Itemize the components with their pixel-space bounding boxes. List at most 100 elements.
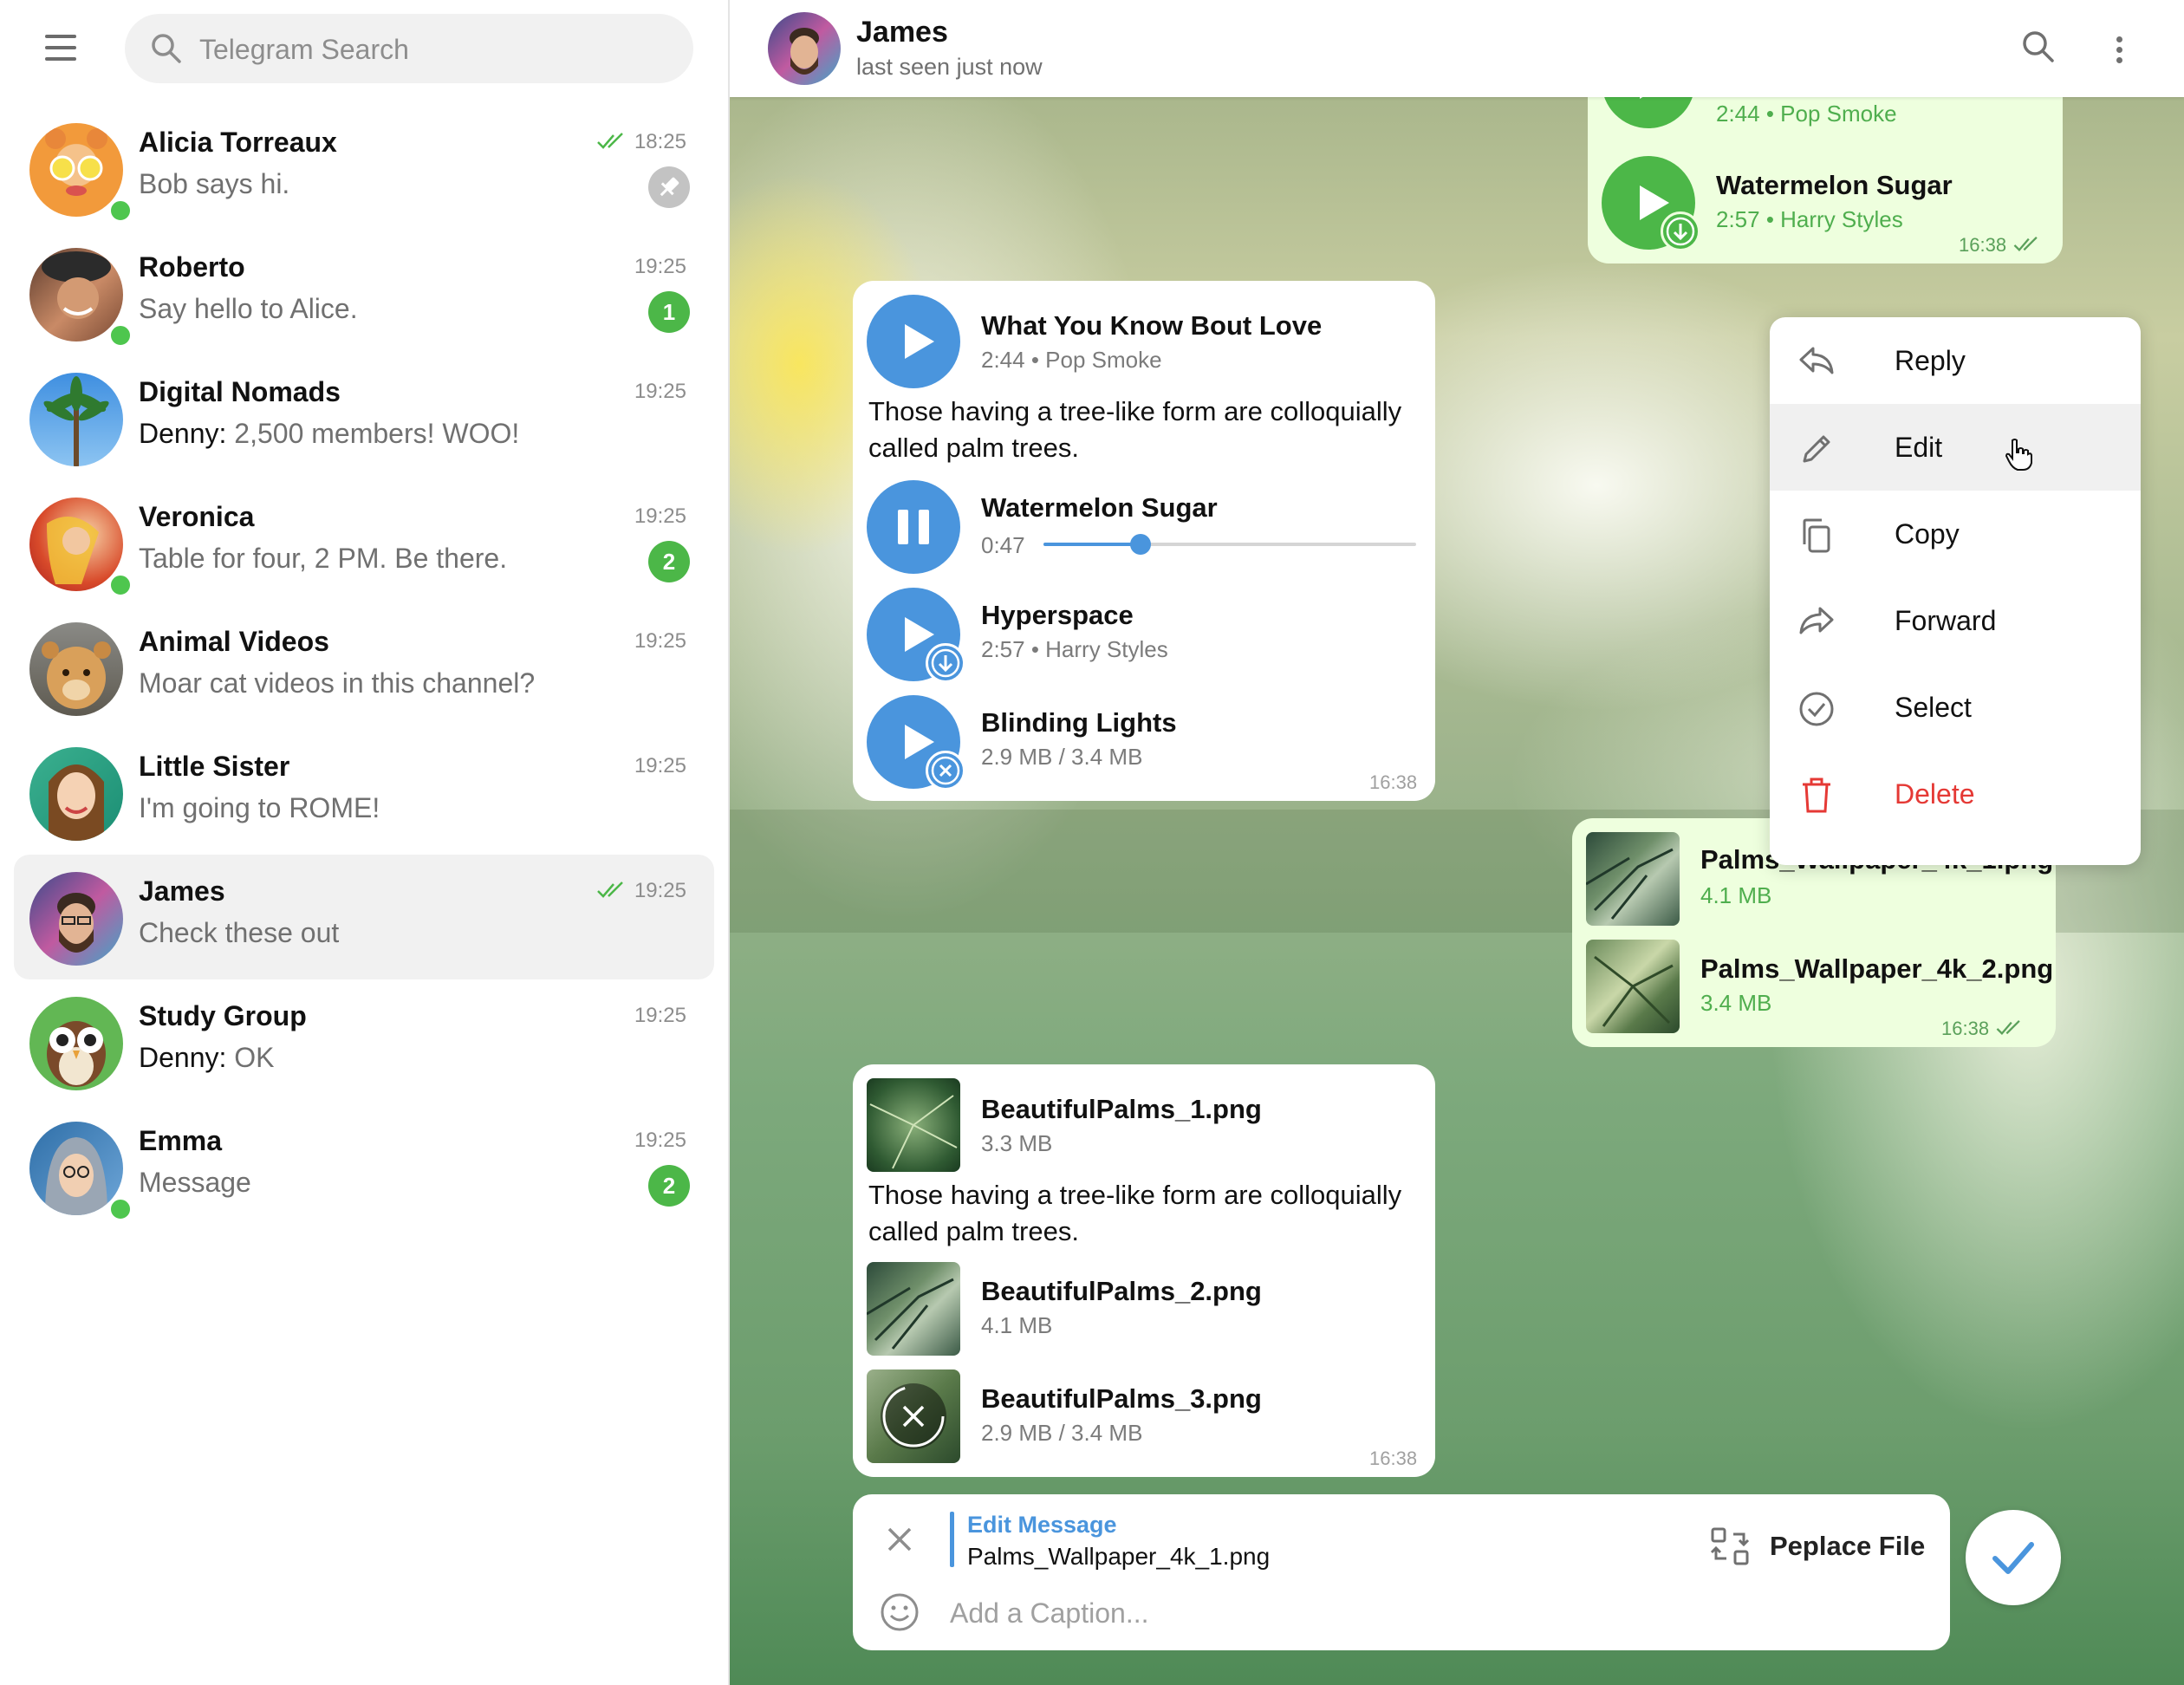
- message-bubble-incoming-files[interactable]: BeautifulPalms_1.png 3.3 MB Those having…: [853, 1064, 1435, 1477]
- track-subtitle: 2:57 • Harry Styles: [981, 636, 1168, 662]
- chat-time: 18:25: [634, 130, 686, 153]
- menu-item-select[interactable]: Select: [1770, 664, 2141, 751]
- header-status: last seen just now: [856, 54, 1043, 80]
- online-indicator: [107, 198, 133, 224]
- play-button[interactable]: [867, 295, 960, 388]
- message-caption: Those having a tree-like form are colloq…: [868, 1180, 1402, 1246]
- chat-item-study-group[interactable]: Study Group Denny: OK 19:25: [14, 979, 714, 1104]
- chat-name: Animal Videos: [139, 626, 329, 657]
- audio-seek-bar[interactable]: [1043, 534, 1416, 555]
- download-icon[interactable]: [926, 643, 965, 683]
- edit-file-name: Palms_Wallpaper_4k_1.png: [967, 1543, 1271, 1570]
- search-input[interactable]: [198, 14, 669, 85]
- message-time: 16:38: [1369, 771, 1418, 793]
- chat-preview: Table for four, 2 PM. Be there.: [139, 543, 508, 574]
- chat-item-digital-nomads[interactable]: Digital Nomads Denny: 2,500 members! WOO…: [14, 355, 714, 480]
- menu-item-copy[interactable]: Copy: [1770, 491, 2141, 577]
- menu-item-reply[interactable]: Reply: [1770, 317, 2141, 404]
- chat-item-veronica[interactable]: Veronica Table for four, 2 PM. Be there.…: [14, 480, 714, 605]
- replace-file-button[interactable]: Peplace File: [1709, 1520, 1926, 1572]
- track-subtitle: 2:44 • Pop Smoke: [981, 347, 1162, 373]
- chat-time: 19:25: [634, 380, 686, 403]
- checkmark-icon: [1992, 1542, 2034, 1574]
- menu-item-forward[interactable]: Forward: [1770, 577, 2141, 664]
- chat-time: 19:25: [634, 754, 686, 777]
- audio-seek-fill: [1043, 543, 1141, 546]
- search-box[interactable]: [125, 14, 693, 85]
- online-indicator: [107, 322, 133, 348]
- audio-seek-handle[interactable]: [1129, 534, 1151, 555]
- chat-item-emma[interactable]: Emma Message 19:25 2: [14, 1104, 714, 1229]
- file-thumbnail[interactable]: [867, 1262, 960, 1356]
- download-icon[interactable]: [1661, 211, 1700, 251]
- menu-item-delete[interactable]: Delete: [1770, 751, 2141, 837]
- chat-item-little-sister[interactable]: Little Sister I'm going to ROME! 19:25: [14, 730, 714, 855]
- reply-icon: [1799, 347, 1834, 374]
- track-subtitle: 2:44 • Pop Smoke: [1716, 101, 1897, 127]
- trash-icon: [1803, 777, 1830, 813]
- file-size: 4.1 MB: [1700, 882, 1772, 908]
- pencil-icon: [1803, 435, 1830, 463]
- menu-item-edit[interactable]: Edit: [1770, 404, 2141, 491]
- caption-input[interactable]: [948, 1586, 1697, 1640]
- search-icon[interactable]: [2019, 28, 2057, 66]
- replace-file-icon: [1710, 1527, 1750, 1565]
- message-bubble-incoming-music[interactable]: What You Know Bout Love 2:44 • Pop Smoke…: [853, 281, 1435, 801]
- more-options-icon[interactable]: [2113, 31, 2125, 69]
- chat-item-james[interactable]: James Check these out 19:25: [14, 855, 714, 979]
- chat-time: 19:25: [634, 255, 686, 278]
- chat-preview: Say hello to Alice.: [139, 293, 358, 324]
- chat-item-animal-videos[interactable]: Animal Videos Moar cat videos in this ch…: [14, 605, 714, 730]
- file-thumbnail[interactable]: [867, 1078, 960, 1172]
- message-context-menu: Reply Edit Copy Forward Select Delete: [1770, 317, 2141, 865]
- chat-name: Roberto: [139, 251, 245, 283]
- chat-name: Study Group: [139, 1000, 307, 1031]
- close-icon[interactable]: [884, 1524, 915, 1555]
- file-thumbnail[interactable]: [1586, 940, 1680, 1033]
- cancel-download-icon[interactable]: [881, 1383, 946, 1449]
- confirm-edit-button[interactable]: [1966, 1510, 2061, 1605]
- double-check-icon: [2013, 237, 2038, 252]
- track-title: Blinding Lights: [981, 707, 1177, 738]
- message-time: 16:38: [1369, 1448, 1418, 1469]
- chat-preview: Message: [139, 1167, 251, 1198]
- double-check-icon: [597, 882, 623, 898]
- track-subtitle: 2.9 MB / 3.4 MB: [981, 744, 1143, 770]
- pin-icon: [648, 166, 690, 208]
- chat-item-alicia-torreaux[interactable]: Alicia Torreaux Bob says hi. 18:25: [14, 106, 714, 231]
- avatar: [29, 997, 123, 1090]
- forward-icon: [1799, 607, 1834, 634]
- cancel-download-icon[interactable]: [926, 751, 965, 790]
- file-name: BeautifulPalms_1.png: [981, 1094, 1262, 1124]
- chat-name: Little Sister: [139, 751, 290, 782]
- hamburger-menu-icon[interactable]: [38, 31, 81, 66]
- menu-item-label: Copy: [1895, 518, 1960, 550]
- file-thumbnail[interactable]: [867, 1369, 960, 1463]
- copy-icon: [1803, 518, 1830, 553]
- chat-preview: Denny: 2,500 members! WOO!: [139, 418, 519, 450]
- file-size: 3.4 MB: [1700, 990, 1772, 1016]
- unread-badge: 2: [648, 1165, 690, 1207]
- header-name[interactable]: James: [856, 16, 948, 49]
- pause-button[interactable]: [867, 480, 960, 574]
- double-check-icon: [597, 133, 623, 149]
- emoji-icon[interactable]: [879, 1591, 920, 1633]
- chat-preview: I'm going to ROME!: [139, 792, 380, 823]
- track-title: What You Know Bout Love: [981, 310, 1323, 341]
- track-subtitle: 2:57 • Harry Styles: [1716, 206, 1903, 232]
- chat-sidebar: Alicia Torreaux Bob says hi. 18:25 Rober…: [0, 0, 730, 1685]
- chat-preview: Denny: OK: [139, 1042, 275, 1074]
- chat-item-roberto[interactable]: Roberto Say hello to Alice. 19:25 1: [14, 231, 714, 355]
- message-time: 16:38: [1941, 1018, 1990, 1039]
- track-title: Watermelon Sugar: [1716, 170, 1953, 200]
- avatar: [29, 622, 123, 716]
- chat-preview: Moar cat videos in this channel?: [139, 667, 536, 699]
- file-name: Palms_Wallpaper_4k_2.png: [1700, 953, 2054, 984]
- header-avatar[interactable]: [768, 12, 841, 85]
- file-size: 2.9 MB / 3.4 MB: [981, 1420, 1143, 1446]
- chat-time: 19:25: [634, 504, 686, 528]
- file-size: 3.3 MB: [981, 1130, 1053, 1156]
- file-thumbnail[interactable]: [1586, 832, 1680, 926]
- chat-preview: Bob says hi.: [139, 168, 290, 199]
- chat-name: Digital Nomads: [139, 376, 341, 407]
